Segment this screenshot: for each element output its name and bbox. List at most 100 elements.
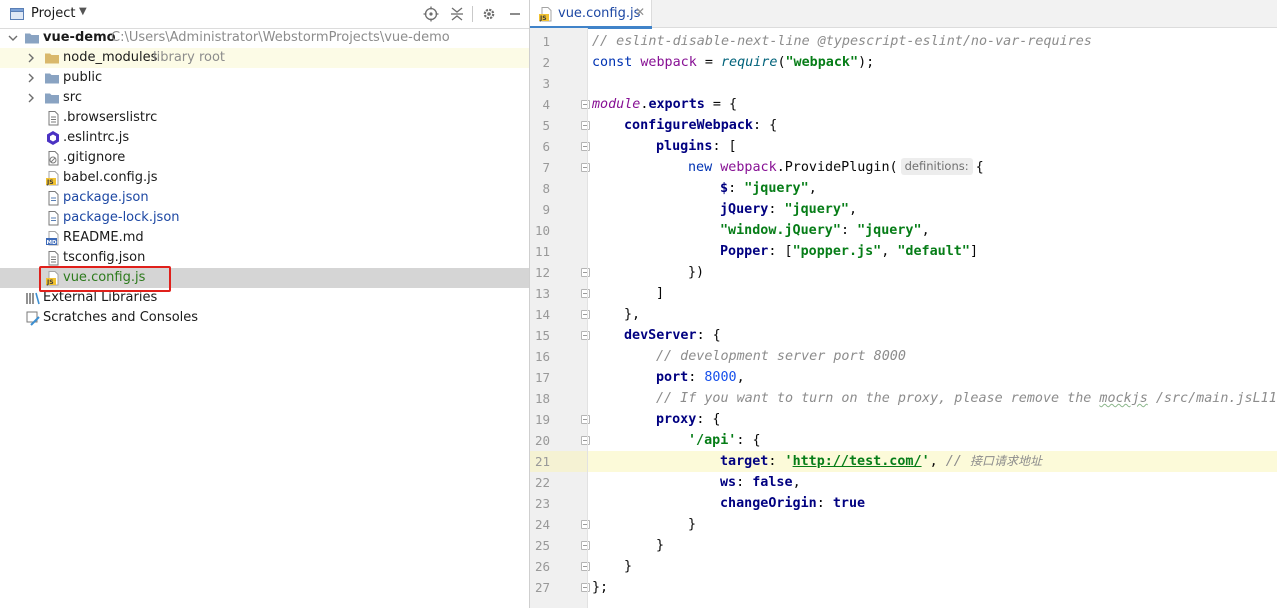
- line-number: 10: [534, 223, 550, 238]
- collapse-all-icon[interactable]: [448, 5, 466, 23]
- tree-item-scratches[interactable]: Scratches and Consoles: [0, 308, 529, 328]
- project-panel-title[interactable]: Project: [31, 6, 75, 21]
- code-token: }: [688, 517, 697, 532]
- code-token: .ProvidePlugin(: [776, 160, 898, 175]
- json-file-icon: [48, 211, 59, 226]
- code-token: proxy: [656, 412, 697, 427]
- code-token: mockjs: [1099, 391, 1148, 406]
- line-number: 8: [542, 181, 550, 196]
- folder-icon: [25, 33, 39, 44]
- code-token: ': [784, 454, 793, 469]
- code-line: changeOrigin: true: [720, 493, 865, 514]
- code-line: '/api': {: [688, 430, 761, 451]
- code-line: "window.jQuery": "jquery",: [720, 220, 930, 241]
- line-number: 21: [534, 454, 550, 469]
- code-line: module.exports = {: [592, 94, 737, 115]
- code-token: "webpack": [785, 55, 859, 70]
- code-token: "jquery": [744, 181, 809, 196]
- tree-root-row[interactable]: vue-demo C:\Users\Administrator\Webstorm…: [0, 28, 529, 48]
- code-token: '/api': [688, 433, 737, 448]
- tree-item-package-lock-json[interactable]: package-lock.json: [0, 208, 529, 228]
- code-token: ,: [736, 370, 745, 385]
- chevron-down-icon[interactable]: ▼: [79, 6, 87, 17]
- svg-text:MD: MD: [47, 240, 57, 246]
- code-token: :: [688, 370, 705, 385]
- code-line: }: [624, 556, 632, 577]
- tab-vue-config[interactable]: JS vue.config.js ✕: [530, 0, 652, 29]
- code-line: },: [624, 304, 640, 325]
- chevron-right-icon[interactable]: [25, 51, 37, 65]
- tree-item-babel-config[interactable]: JS babel.config.js: [0, 168, 529, 188]
- line-number: 7: [542, 160, 550, 175]
- tree-item-label: External Libraries: [43, 290, 158, 305]
- line-number: 12: [534, 265, 550, 280]
- code-token: "window.jQuery": [720, 223, 841, 238]
- code-token: plugins: [656, 139, 713, 154]
- code-token: "popper.js": [792, 244, 882, 259]
- line-number: 23: [534, 496, 550, 511]
- line-number: 4: [542, 97, 550, 112]
- editor-gutter[interactable]: 1 2 3 4 5 6 7 8 9 10 11 12 13 14 15 16 17 18 19 20 21 22 23 24 2…: [530, 28, 590, 608]
- line-number: 26: [534, 559, 550, 574]
- text-file-icon: [48, 111, 59, 126]
- code-token: webpack: [720, 160, 777, 175]
- code-token: }: [624, 559, 633, 574]
- gear-icon[interactable]: [480, 5, 498, 23]
- tree-item-eslintrc[interactable]: .eslintrc.js: [0, 128, 529, 148]
- hide-panel-icon[interactable]: [506, 5, 524, 23]
- tree-item-browserslistrc[interactable]: .browserslistrc: [0, 108, 529, 128]
- json-file-icon: [48, 191, 59, 206]
- highlight-annotation-box: [39, 266, 171, 292]
- code-line: }): [688, 262, 704, 283]
- project-panel-header: Project ▼: [0, 0, 529, 29]
- code-token: //: [945, 454, 970, 469]
- close-icon[interactable]: ✕: [635, 5, 645, 19]
- code-link[interactable]: http://test.com/: [793, 454, 922, 469]
- code-line: const webpack = require("webpack");: [592, 52, 874, 73]
- code-token: :: [768, 454, 785, 469]
- tree-item-public[interactable]: public: [0, 68, 529, 88]
- tab-label: vue.config.js: [558, 6, 641, 21]
- code-token: // eslint-disable-next-line @typescript-…: [592, 34, 1092, 49]
- code-line: Popper: ["popper.js", "default"]: [720, 241, 978, 262]
- tree-item-node-modules[interactable]: node_modules library root: [0, 48, 529, 68]
- code-token: : {: [753, 118, 778, 133]
- tree-item-label: node_modules: [63, 50, 158, 65]
- js-file-icon: JS: [539, 7, 552, 22]
- chevron-down-icon[interactable]: [7, 31, 19, 45]
- code-token: ]: [656, 286, 665, 301]
- line-number: 2: [542, 55, 550, 70]
- code-line: devServer: {: [624, 325, 721, 346]
- code-line: port: 8000,: [656, 367, 745, 388]
- code-area[interactable]: // eslint-disable-next-line @typescript-…: [588, 28, 1277, 608]
- locate-file-icon[interactable]: [422, 5, 440, 23]
- eslint-icon: [47, 131, 59, 145]
- tree-item-tsconfig[interactable]: tsconfig.json: [0, 248, 529, 268]
- chevron-right-icon[interactable]: [25, 71, 37, 85]
- code-line: $: "jquery",: [720, 178, 817, 199]
- project-panel: Project ▼ vue-demo C:\Users\Administrato…: [0, 0, 529, 608]
- folder-icon: [45, 53, 59, 64]
- chevron-right-icon[interactable]: [25, 91, 37, 105]
- js-file-icon: JS: [46, 171, 59, 186]
- code-editor: JS vue.config.js ✕ 1 2 3 4 5 6 7 8 9 10 11 12 13 14 15…: [530, 0, 1277, 608]
- line-number: 11: [534, 244, 550, 259]
- code-token: ,: [849, 202, 858, 217]
- project-view-icon[interactable]: [9, 6, 25, 22]
- code-line: // development server port 8000: [656, 346, 906, 367]
- code-token: $: [720, 181, 729, 196]
- tree-item-gitignore[interactable]: .gitignore: [0, 148, 529, 168]
- tree-item-readme[interactable]: MD README.md: [0, 228, 529, 248]
- code-token: :: [736, 475, 753, 490]
- line-number: 16: [534, 349, 550, 364]
- code-token: : {: [696, 412, 721, 427]
- code-token: webpack: [640, 55, 697, 70]
- tree-item-package-json[interactable]: package.json: [0, 188, 529, 208]
- code-token: ': [921, 454, 930, 469]
- code-token: configureWebpack: [624, 118, 753, 133]
- code-token: = {: [704, 97, 738, 112]
- parameter-hint: definitions:: [900, 158, 973, 175]
- tree-item-src[interactable]: src: [0, 88, 529, 108]
- ignore-file-icon: [48, 151, 59, 166]
- code-line: ]: [656, 283, 664, 304]
